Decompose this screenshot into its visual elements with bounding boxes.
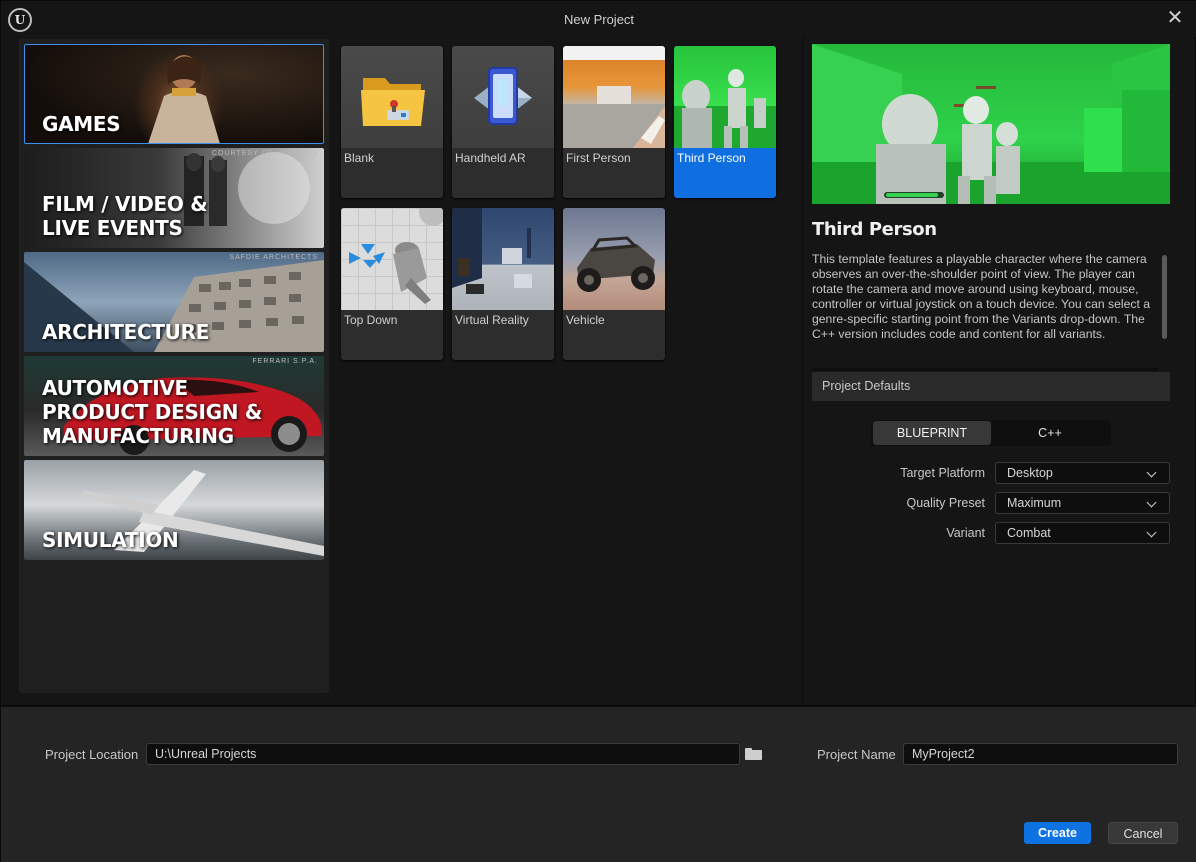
cancel-button[interactable]: Cancel <box>1108 822 1178 844</box>
template-first-person[interactable]: First Person <box>563 46 665 198</box>
template-description: This template features a playable charac… <box>812 252 1151 341</box>
quality-preset-dropdown[interactable]: Maximum <box>995 492 1170 514</box>
chevron-down-icon <box>1146 527 1157 538</box>
chevron-down-icon <box>1146 497 1157 508</box>
template-label: Top Down <box>344 313 398 327</box>
new-project-dialog: U New Project ✕ GAMES COURTESY OF HIGH R… <box>0 0 1196 862</box>
template-handheld-ar[interactable]: Handheld AR <box>452 46 554 198</box>
project-defaults-header[interactable]: Project Defaults <box>812 372 1170 401</box>
project-name-field[interactable]: MyProject2 <box>903 743 1178 765</box>
category-label: GAMES <box>42 112 121 136</box>
project-type-toggle: BLUEPRINT C++ <box>871 420 1111 446</box>
dropdown-value: Maximum <box>1007 496 1062 510</box>
template-label: First Person <box>566 151 631 165</box>
target-platform-label: Target Platform <box>900 466 985 480</box>
games-thumbnail <box>24 44 324 144</box>
template-vehicle[interactable]: Vehicle <box>563 208 665 360</box>
category-automotive[interactable]: FERRARI S.P.A. AUTOMOTIVE PRODUCT DESIGN… <box>24 356 324 456</box>
category-credit: SAFDIE ARCHITECTS <box>229 254 318 261</box>
top-down-thumbnail <box>341 208 443 310</box>
category-games[interactable]: GAMES <box>24 44 324 144</box>
first-person-thumbnail <box>563 46 665 148</box>
template-blank[interactable]: Blank <box>341 46 443 198</box>
project-location-field[interactable]: U:\Unreal Projects <box>146 743 740 765</box>
description-separator <box>812 368 1158 371</box>
dropdown-value: Combat <box>1007 526 1051 540</box>
window-title: New Project <box>563 12 635 27</box>
blank-thumbnail <box>341 46 443 148</box>
footer-panel <box>1 707 1196 862</box>
variant-label: Variant <box>946 526 985 540</box>
dropdown-value: Desktop <box>1007 466 1053 480</box>
template-top-down[interactable]: Top Down <box>341 208 443 360</box>
title-bar: U New Project ✕ <box>1 1 1196 37</box>
target-platform-dropdown[interactable]: Desktop <box>995 462 1170 484</box>
variant-dropdown[interactable]: Combat <box>995 522 1170 544</box>
chevron-down-icon <box>1146 467 1157 478</box>
template-label: Third Person <box>677 151 746 165</box>
category-credit: COURTESY OF HIGH RES <box>211 150 318 157</box>
template-title: Third Person <box>812 219 937 240</box>
category-architecture[interactable]: SAFDIE ARCHITECTS ARCHITECTURE <box>24 252 324 352</box>
template-label: Vehicle <box>566 313 605 327</box>
category-film-video[interactable]: COURTESY OF HIGH RES FILM / VIDEO & LIVE… <box>24 148 324 248</box>
category-credit: FERRARI S.P.A. <box>252 358 318 365</box>
close-icon[interactable]: ✕ <box>1165 5 1185 29</box>
virtual-reality-thumbnail <box>452 208 554 310</box>
folder-icon <box>361 78 425 126</box>
category-label: FILM / VIDEO & LIVE EVENTS <box>42 192 208 240</box>
template-preview-image <box>812 44 1170 204</box>
category-label: ARCHITECTURE <box>42 320 210 344</box>
category-label: SIMULATION <box>42 528 179 552</box>
blueprint-button[interactable]: BLUEPRINT <box>873 421 991 445</box>
template-label: Blank <box>344 151 375 165</box>
phone-icon <box>474 67 532 125</box>
third-person-thumbnail <box>674 46 776 148</box>
category-simulation[interactable]: SIMULATION <box>24 460 324 560</box>
category-label: AUTOMOTIVE PRODUCT DESIGN & MANUFACTURIN… <box>42 376 263 448</box>
description-scrollbar[interactable] <box>1162 255 1167 339</box>
category-panel: GAMES COURTESY OF HIGH RES FILM / VIDEO … <box>19 39 329 693</box>
template-third-person[interactable]: Third Person <box>674 46 776 198</box>
template-label: Handheld AR <box>455 151 526 165</box>
template-virtual-reality[interactable]: Virtual Reality <box>452 208 554 360</box>
handheld-ar-thumbnail <box>452 46 554 148</box>
quality-preset-label: Quality Preset <box>906 496 985 510</box>
panel-divider <box>802 37 804 705</box>
folder-browse-icon[interactable] <box>745 748 762 760</box>
cpp-button[interactable]: C++ <box>991 421 1109 445</box>
project-name-label: Project Name <box>817 747 896 762</box>
create-button[interactable]: Create <box>1024 822 1091 844</box>
template-label: Virtual Reality <box>455 313 529 327</box>
project-location-label: Project Location <box>45 747 139 762</box>
vehicle-thumbnail <box>563 208 665 310</box>
